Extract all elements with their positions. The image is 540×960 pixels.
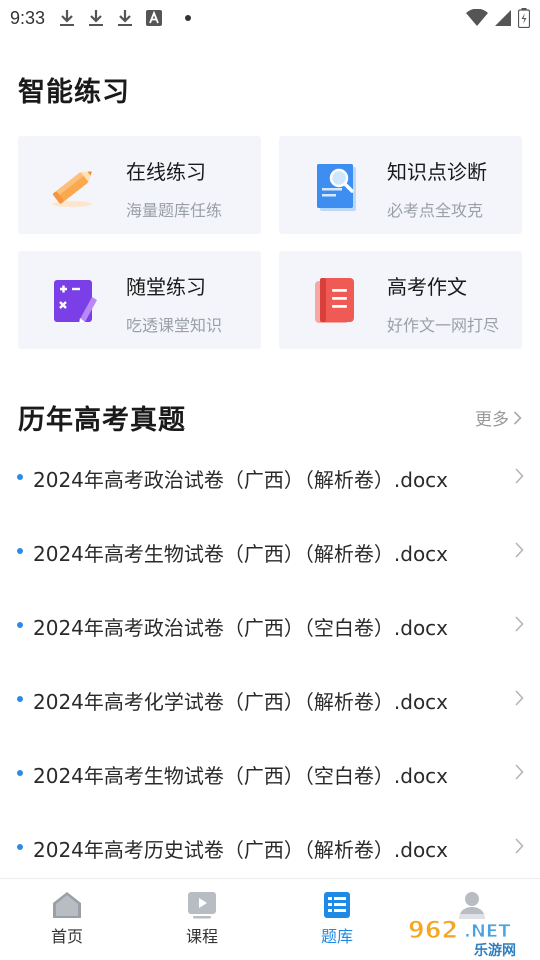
card-subtitle: 吃透课堂知识 xyxy=(126,316,223,335)
card-gaokao-essay[interactable]: 高考作文 好作文一网打尽 xyxy=(279,251,522,349)
card-class-practice[interactable]: 随堂练习 吃透课堂知识 xyxy=(18,251,261,349)
exam-title: 2024年高考历史试卷（广西）（解析卷）.docx xyxy=(33,838,449,862)
nav-label: 课程 xyxy=(185,927,218,946)
question-bank-icon xyxy=(324,892,350,918)
bullet-dot xyxy=(17,548,23,554)
card-title: 高考作文 xyxy=(387,275,467,299)
nav-question-bank[interactable]: 题库 xyxy=(297,891,377,947)
card-title: 在线练习 xyxy=(126,160,206,184)
practice-section-title: 智能练习 xyxy=(18,77,130,108)
card-knowledge-diagnosis[interactable]: 知识点诊断 必考点全攻克 xyxy=(279,136,522,234)
exam-title: 2024年高考化学试卷（广西）（解析卷）.docx xyxy=(33,690,449,714)
bullet-dot xyxy=(17,622,23,628)
exam-title: 2024年高考生物试卷（广西）（空白卷）.docx xyxy=(33,764,449,788)
watermark-logo: 962 .NET 乐游网 xyxy=(402,914,538,959)
bullet-dot xyxy=(17,474,23,480)
quiz-board-icon xyxy=(54,280,97,324)
document-search-icon xyxy=(317,164,356,211)
battery-charging-icon xyxy=(518,8,530,28)
card-subtitle: 必考点全攻克 xyxy=(387,201,484,220)
card-subtitle: 好作文一网打尽 xyxy=(387,316,500,335)
card-title: 知识点诊断 xyxy=(387,160,487,184)
exams-section-title: 历年高考真题 xyxy=(18,405,186,436)
font-a-icon xyxy=(146,10,163,26)
card-title: 随堂练习 xyxy=(126,275,206,299)
card-subtitle: 海量题库任练 xyxy=(126,201,223,220)
pencil-icon xyxy=(52,171,92,207)
chevron-right-icon xyxy=(513,410,522,425)
status-bar: 9:33 xyxy=(0,0,540,36)
nav-label: 题库 xyxy=(320,927,353,946)
exam-list-item[interactable]: 2024年高考历史试卷（广西）（解析卷）.docx xyxy=(0,810,540,884)
download-icon xyxy=(60,10,75,26)
bullet-dot xyxy=(17,770,23,776)
svg-text:962: 962 xyxy=(408,916,458,944)
nav-home[interactable]: 首页 xyxy=(27,891,107,947)
more-link[interactable]: 更多 xyxy=(475,405,522,430)
signal-icon xyxy=(495,10,511,26)
bullet-dot xyxy=(17,844,23,850)
bullet-dot xyxy=(17,696,23,702)
nav-label: 首页 xyxy=(50,927,83,946)
chevron-right-icon xyxy=(515,838,524,854)
video-play-icon xyxy=(188,892,216,919)
home-icon xyxy=(53,892,81,918)
status-system-icons xyxy=(466,8,530,28)
more-notifications-dot xyxy=(185,15,192,21)
status-notifications xyxy=(59,9,192,27)
exam-list: 2024年高考政治试卷（广西）（解析卷）.docx 2024年高考生物试卷（广西… xyxy=(0,440,540,884)
svg-text:.NET: .NET xyxy=(464,921,511,942)
chevron-right-icon xyxy=(515,616,524,632)
download-icon xyxy=(89,10,104,26)
exam-title: 2024年高考政治试卷（广西）（解析卷）.docx xyxy=(33,468,449,492)
exam-title: 2024年高考生物试卷（广西）（解析卷）.docx xyxy=(33,542,449,566)
exam-list-item[interactable]: 2024年高考生物试卷（广西）（解析卷）.docx xyxy=(0,514,540,588)
exam-list-item[interactable]: 2024年高考政治试卷（广西）（解析卷）.docx xyxy=(0,440,540,514)
nav-course[interactable]: 课程 xyxy=(162,891,242,947)
exam-list-item[interactable]: 2024年高考生物试卷（广西）（空白卷）.docx xyxy=(0,736,540,810)
exam-list-item[interactable]: 2024年高考政治试卷（广西）（空白卷）.docx xyxy=(0,588,540,662)
exam-list-item[interactable]: 2024年高考化学试卷（广西）（解析卷）.docx xyxy=(0,662,540,736)
status-time: 9:33 xyxy=(10,7,46,28)
wifi-icon xyxy=(466,9,488,26)
chevron-right-icon xyxy=(515,542,524,558)
more-label: 更多 xyxy=(475,410,509,430)
chevron-right-icon xyxy=(515,764,524,780)
chevron-right-icon xyxy=(515,468,524,484)
notebook-icon xyxy=(315,278,354,323)
chevron-right-icon xyxy=(515,690,524,706)
svg-text:乐游网: 乐游网 xyxy=(474,942,516,959)
exam-title: 2024年高考政治试卷（广西）（空白卷）.docx xyxy=(33,616,449,640)
card-online-practice[interactable]: 在线练习 海量题库任练 xyxy=(18,136,261,234)
download-icon xyxy=(118,10,133,26)
